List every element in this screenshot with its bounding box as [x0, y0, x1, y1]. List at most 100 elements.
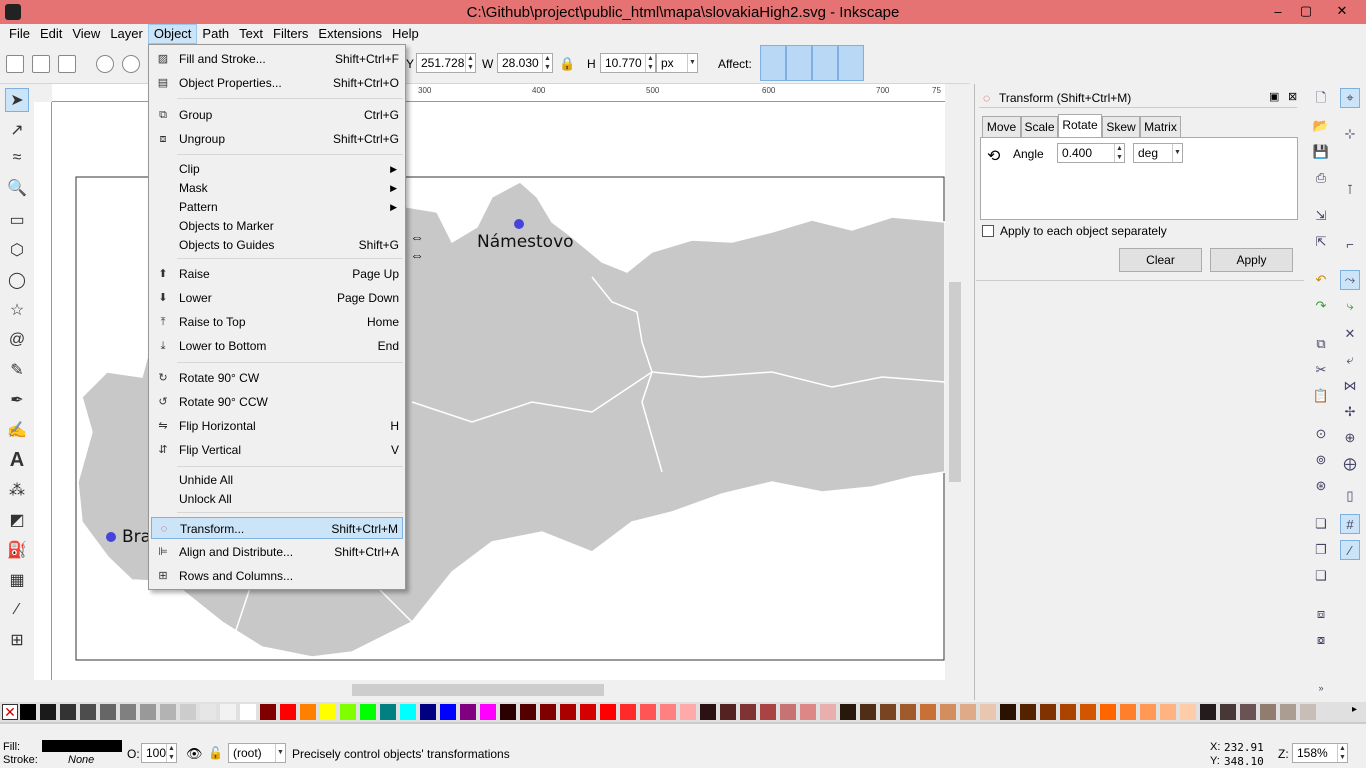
ellipse-tool-icon[interactable]: ◯ — [5, 268, 29, 292]
menu-item-rotate-ccw[interactable]: ↺ Rotate 90° CCW — [151, 391, 403, 413]
color-swatch[interactable] — [600, 704, 616, 720]
color-swatch[interactable] — [560, 704, 576, 720]
y-field[interactable]: 251.728 ▲ ▼ — [416, 53, 476, 73]
color-swatch[interactable] — [120, 704, 136, 720]
color-swatch[interactable] — [760, 704, 776, 720]
undo-icon[interactable]: ↶ — [1311, 270, 1331, 290]
color-swatch[interactable] — [680, 704, 696, 720]
color-swatch[interactable] — [920, 704, 936, 720]
menu-edit[interactable]: Edit — [35, 24, 67, 44]
color-swatch[interactable] — [1120, 704, 1136, 720]
menu-extensions[interactable]: Extensions — [313, 24, 387, 44]
snap-text-baseline-icon[interactable]: ⨁ — [1340, 454, 1360, 474]
color-swatch[interactable] — [1180, 704, 1196, 720]
color-swatch[interactable] — [1260, 704, 1276, 720]
w-field[interactable]: 28.030 ▲ ▼ — [497, 53, 553, 73]
selection-handle-icon[interactable]: ⇔ — [410, 229, 424, 245]
color-swatch[interactable] — [380, 704, 396, 720]
color-swatch[interactable] — [620, 704, 636, 720]
paste-icon[interactable]: 📋 — [1311, 386, 1331, 406]
unit-select[interactable]: px ▼ — [656, 53, 698, 73]
dialog-close-icon[interactable]: ⊠ — [1288, 90, 1297, 103]
horizontal-scroll-thumb[interactable] — [352, 684, 604, 696]
palette-scroll-icon[interactable]: ▸ — [1352, 704, 1357, 715]
deselect-icon[interactable] — [58, 55, 76, 73]
menu-item-ungroup[interactable]: ⧈ Ungroup Shift+Ctrl+G — [151, 128, 403, 150]
color-swatch[interactable] — [140, 704, 156, 720]
menu-item-unlock-all[interactable]: Unlock All — [151, 488, 403, 510]
menu-item-raise[interactable]: ⬆ Raise Page Up — [151, 263, 403, 285]
redo-icon[interactable]: ↷ — [1311, 296, 1331, 316]
tab-skew[interactable]: Skew — [1102, 116, 1140, 138]
zoom-page-icon[interactable]: ⊛ — [1311, 476, 1331, 496]
more-commands-icon[interactable]: » — [1311, 678, 1331, 698]
cut-icon[interactable]: ✂ — [1311, 360, 1331, 380]
color-swatch[interactable] — [420, 704, 436, 720]
menu-item-objects-to-guides[interactable]: Objects to Guides Shift+G — [151, 234, 403, 256]
color-swatch[interactable] — [400, 704, 416, 720]
dock-toggle-icon[interactable]: ▣ — [1269, 90, 1279, 103]
no-paint-swatch[interactable]: ✕ — [2, 704, 18, 720]
new-document-icon[interactable]: 🗋 — [1311, 90, 1331, 110]
menu-text[interactable]: Text — [234, 24, 268, 44]
menu-item-raise-to-top[interactable]: ⤒ Raise to Top Home — [151, 311, 403, 333]
color-swatch[interactable] — [700, 704, 716, 720]
select-all-icon[interactable] — [6, 55, 24, 73]
color-swatch[interactable] — [1040, 704, 1056, 720]
color-swatch[interactable] — [840, 704, 856, 720]
color-swatch[interactable] — [880, 704, 896, 720]
city-marker[interactable] — [514, 219, 524, 229]
color-swatch[interactable] — [580, 704, 596, 720]
snap-corners-icon[interactable]: ⌐ — [1340, 234, 1360, 254]
color-swatch[interactable] — [240, 704, 256, 720]
menu-item-rows-and-columns[interactable]: ⊞ Rows and Columns... — [151, 565, 403, 587]
3d-box-tool-icon[interactable]: ⬡ — [5, 238, 29, 262]
color-swatch[interactable] — [800, 704, 816, 720]
open-file-icon[interactable]: 📂 — [1311, 116, 1331, 136]
copy-icon[interactable]: ⧉ — [1311, 334, 1331, 354]
rotate-cw-tool-icon[interactable] — [122, 55, 140, 73]
zoom-tool-icon[interactable]: 🔍 — [5, 176, 29, 200]
color-swatch[interactable] — [440, 704, 456, 720]
color-swatch[interactable] — [1300, 704, 1316, 720]
snap-intersections-icon[interactable]: ✕ — [1340, 324, 1360, 344]
menu-item-object-properties[interactable]: ▤ Object Properties... Shift+Ctrl+O — [151, 72, 403, 94]
close-button[interactable]: ✕ — [1326, 0, 1358, 22]
snap-bbox-icon[interactable]: ⊹ — [1340, 124, 1360, 144]
color-swatch[interactable] — [180, 704, 196, 720]
stroke-value[interactable]: None — [68, 754, 94, 766]
color-swatch[interactable] — [300, 704, 316, 720]
snap-toggle-icon[interactable]: ⌖ — [1340, 88, 1360, 108]
color-swatch[interactable] — [540, 704, 556, 720]
snap-centers-icon[interactable]: ✢ — [1340, 402, 1360, 422]
menu-item-lower[interactable]: ⬇ Lower Page Down — [151, 287, 403, 309]
apply-each-checkbox[interactable] — [982, 225, 994, 237]
menu-object[interactable]: Object — [147, 24, 198, 44]
opacity-field[interactable]: 100 ▲ ▼ — [141, 743, 177, 763]
color-swatch[interactable] — [1160, 704, 1176, 720]
menu-item-flip-vertical[interactable]: ⇵ Flip Vertical V — [151, 439, 403, 461]
horizontal-scrollbar[interactable] — [52, 680, 945, 700]
calligraphy-tool-icon[interactable]: ✍ — [5, 418, 29, 442]
color-swatch[interactable] — [780, 704, 796, 720]
affect-corners-toggle[interactable] — [786, 45, 812, 81]
color-swatch[interactable] — [160, 704, 176, 720]
color-swatch[interactable] — [480, 704, 496, 720]
h-field[interactable]: 10.770 ▲ ▼ — [600, 53, 656, 73]
color-swatch[interactable] — [740, 704, 756, 720]
eraser-tool-icon[interactable]: ◩ — [5, 508, 29, 532]
vertical-scrollbar[interactable] — [945, 102, 965, 680]
city-marker[interactable] — [106, 532, 116, 542]
spray-tool-icon[interactable]: ⁂ — [5, 478, 29, 502]
clear-button[interactable]: Clear — [1119, 248, 1202, 272]
menu-file[interactable]: File — [4, 24, 35, 44]
menu-item-align-and-distribute[interactable]: ⊫ Align and Distribute... Shift+Ctrl+A — [151, 541, 403, 563]
menu-item-flip-horizontal[interactable]: ⇋ Flip Horizontal H — [151, 415, 403, 437]
snap-edges-icon[interactable]: ⊺ — [1340, 180, 1360, 200]
connector-tool-icon[interactable]: ⊞ — [5, 628, 29, 652]
color-swatch[interactable] — [940, 704, 956, 720]
layer-visibility-icon[interactable]: 👁 — [186, 746, 203, 762]
clone-icon[interactable]: ❐ — [1311, 540, 1331, 560]
tab-scale[interactable]: Scale — [1021, 116, 1058, 138]
zoom-selection-icon[interactable]: ⊙ — [1311, 424, 1331, 444]
